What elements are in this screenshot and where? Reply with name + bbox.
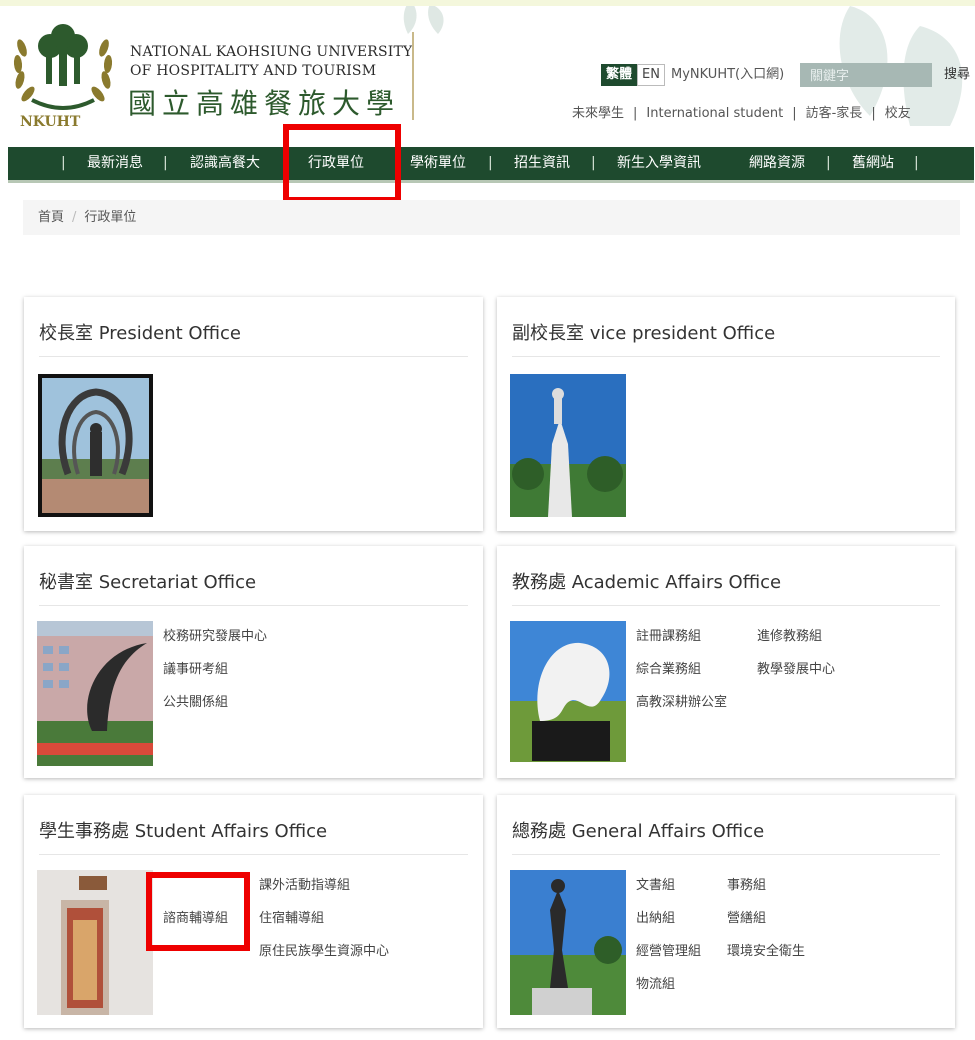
link-construction-section[interactable]: 營繕組: [727, 907, 766, 926]
link-environmental-safety-section[interactable]: 環境安全衛生: [727, 940, 805, 959]
nav-item-web-resources[interactable]: 網路資源: [749, 147, 805, 180]
audience-links: 未來學生 | International student | 訪客-家長 | 校友: [572, 102, 911, 121]
nav-item-academics[interactable]: 學術單位: [410, 147, 466, 180]
nav-item-news[interactable]: 最新消息: [87, 147, 143, 180]
language-en-button[interactable]: EN: [637, 64, 665, 86]
breadcrumb-current: 行政單位: [84, 210, 137, 225]
nav-separator: |: [591, 155, 596, 171]
nav-separator: |: [826, 155, 831, 171]
link-operations-management-section[interactable]: 經營管理組: [636, 940, 701, 959]
link-general-affairs-section[interactable]: 綜合業務組: [636, 658, 701, 677]
breadcrumb-home[interactable]: 首頁: [38, 210, 64, 225]
link-cashier-section[interactable]: 出納組: [636, 907, 675, 926]
highlight-box-administration: [283, 124, 401, 203]
vice-president-office-photo[interactable]: [510, 374, 626, 517]
nav-item-freshmen[interactable]: 新生入學資訊: [617, 147, 701, 180]
card-title[interactable]: 教務處 Academic Affairs Office: [512, 568, 781, 594]
card-title[interactable]: 副校長室 vice president Office: [512, 319, 775, 345]
link-continuing-education-section[interactable]: 進修教務組: [757, 625, 822, 644]
card-president-office: 校長室 President Office: [24, 297, 483, 531]
language-zh-button[interactable]: 繁體: [601, 64, 638, 86]
nav-item-admissions[interactable]: 招生資訊: [514, 147, 570, 180]
card-student-affairs-office: 學生事務處 Student Affairs Office 課外活動指導組 諮商輔…: [24, 795, 483, 1028]
nav-separator: |: [61, 155, 66, 171]
future-students-link[interactable]: 未來學生: [572, 102, 624, 121]
link-higher-education-sprout-office[interactable]: 高教深耕辦公室: [636, 691, 727, 710]
link-housing-section[interactable]: 住宿輔導組: [259, 907, 324, 926]
link-separator: |: [633, 106, 638, 121]
search-input[interactable]: [800, 63, 932, 87]
university-name-zh: 國立高雄餐旅大學: [128, 87, 401, 120]
portal-link[interactable]: MyNKUHT(入口網): [671, 64, 784, 86]
student-affairs-office-photo[interactable]: [37, 870, 153, 1015]
site-header: NKUHT NATIONAL KAOHSIUNG UNIVERSITY OF H…: [0, 6, 975, 146]
card-title[interactable]: 總務處 General Affairs Office: [512, 817, 764, 843]
visitor-parent-link[interactable]: 訪客-家長: [806, 102, 863, 121]
card-vice-president-office: 副校長室 vice president Office: [497, 297, 955, 531]
general-affairs-office-photo[interactable]: [510, 870, 626, 1015]
link-general-services-section[interactable]: 事務組: [727, 874, 766, 893]
link-public-relations-section[interactable]: 公共關係組: [163, 691, 228, 710]
nav-separator: |: [488, 155, 493, 171]
alumni-link[interactable]: 校友: [885, 102, 911, 121]
link-indigenous-student-center[interactable]: 原住民族學生資源中心: [259, 940, 389, 959]
card-title[interactable]: 學生事務處 Student Affairs Office: [39, 817, 327, 843]
university-name-en-line1: NATIONAL KAOHSIUNG UNIVERSITY: [130, 44, 413, 60]
link-separator: |: [871, 106, 876, 121]
card-divider: [512, 356, 940, 357]
card-divider: [39, 605, 468, 606]
main-nav: | 最新消息 | 認識高餐大 行政單位 學術單位 | 招生資訊 | 新生入學資訊…: [8, 147, 974, 183]
card-divider: [39, 356, 468, 357]
university-name-en-line2: OF HOSPITALITY AND TOURISM: [130, 63, 377, 79]
breadcrumb-separator: /: [72, 210, 77, 225]
highlight-box-counseling: [146, 872, 250, 951]
card-general-affairs-office: 總務處 General Affairs Office 文書組 事務組 出納組 營…: [497, 795, 955, 1028]
search-button[interactable]: 搜尋: [944, 64, 970, 86]
link-council-affairs-section[interactable]: 議事研考組: [163, 658, 228, 677]
link-teaching-development-center[interactable]: 教學發展中心: [757, 658, 835, 677]
link-separator: |: [792, 106, 797, 121]
link-registration-section[interactable]: 註冊課務組: [636, 625, 701, 644]
card-title[interactable]: 校長室 President Office: [39, 319, 241, 345]
international-student-link[interactable]: International student: [646, 106, 783, 121]
card-secretariat-office: 秘書室 Secretariat Office 校務研究發展中心 議事研考組 公共…: [24, 546, 483, 778]
link-extracurricular-activities-section[interactable]: 課外活動指導組: [259, 874, 350, 893]
nav-separator: |: [163, 155, 168, 171]
nav-item-old-site[interactable]: 舊網站: [852, 147, 894, 180]
president-office-photo[interactable]: [38, 374, 153, 517]
nav-item-about[interactable]: 認識高餐大: [190, 147, 260, 180]
card-title[interactable]: 秘書室 Secretariat Office: [39, 568, 256, 594]
breadcrumb: 首頁 / 行政單位: [23, 200, 960, 235]
header-divider: [412, 32, 414, 120]
secretariat-office-photo[interactable]: [37, 621, 153, 766]
academic-affairs-office-photo[interactable]: [510, 621, 626, 762]
link-documents-section[interactable]: 文書組: [636, 874, 675, 893]
card-divider: [512, 854, 940, 855]
link-institutional-research-center[interactable]: 校務研究發展中心: [163, 625, 267, 644]
nav-separator: |: [914, 155, 919, 171]
logo-text: NKUHT: [20, 114, 81, 130]
link-logistics-section[interactable]: 物流組: [636, 973, 675, 992]
card-divider: [39, 854, 468, 855]
card-academic-affairs-office: 教務處 Academic Affairs Office 註冊課務組 進修教務組 …: [497, 546, 955, 778]
card-divider: [512, 605, 940, 606]
